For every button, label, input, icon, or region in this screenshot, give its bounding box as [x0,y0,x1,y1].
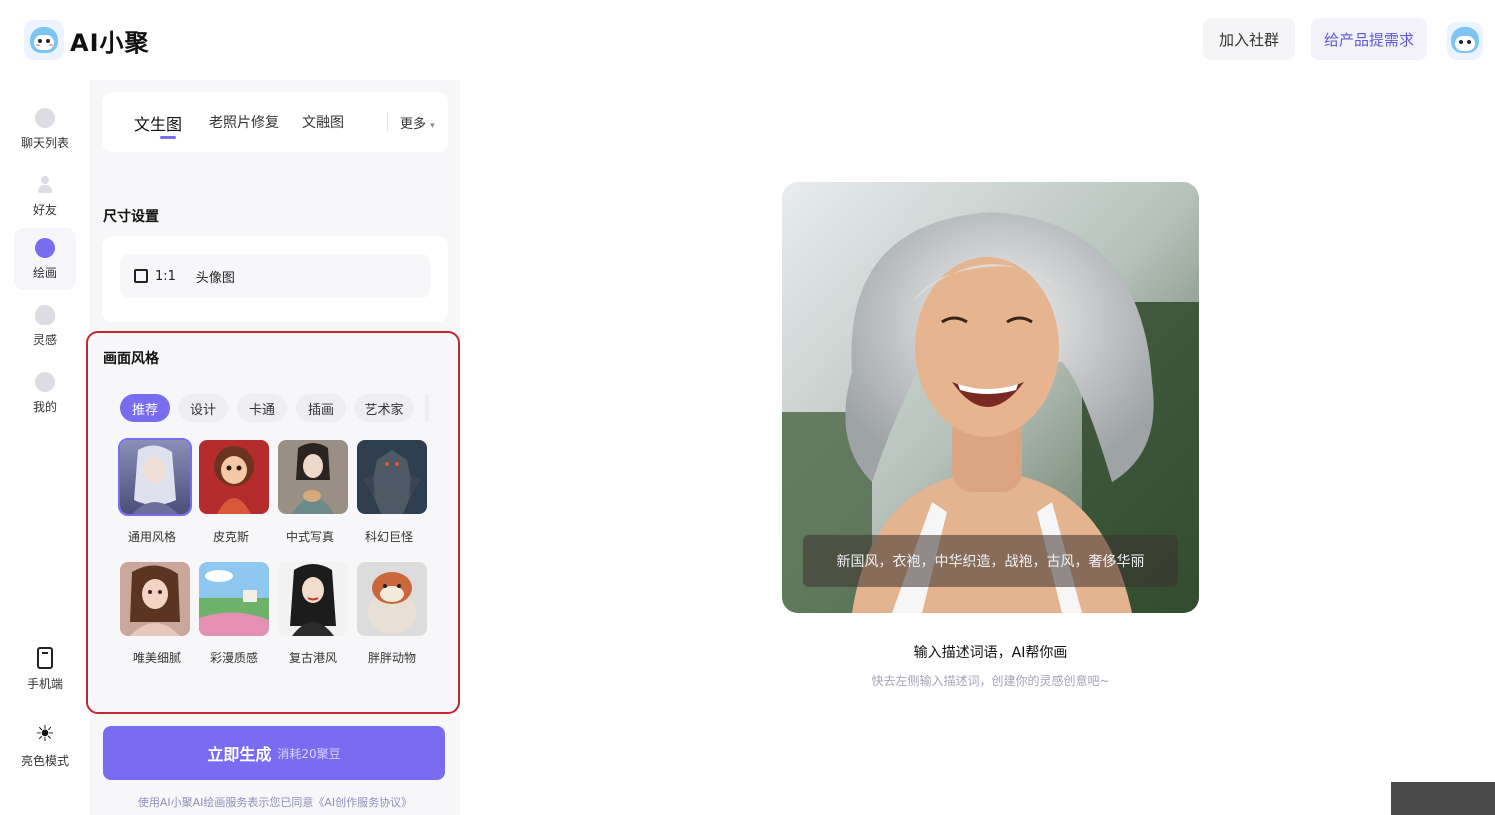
top-header: AI小聚 加入社群 给产品提需求 [0,0,1495,80]
chinese-portrait-image [278,440,348,514]
style-thumb-comic[interactable] [199,562,269,636]
generate-label: 立即生成 [207,745,272,764]
style-thumb-label: 通用风格 [127,530,176,544]
empty-state-subtitle-text: 快去左侧输入描述词，创建你的灵感创意吧~ [871,674,1110,688]
style-thumb-pixar[interactable] [199,440,269,514]
nav-label: 灵感 [32,332,57,347]
empty-state-title-text: 输入描述词语，AI帮你画 [913,645,1068,661]
style-thumb-delicate[interactable] [120,562,190,636]
nav-item-chat-list[interactable]: 聊天列表 [14,98,76,160]
nav-item-mine[interactable]: 我的 [14,362,76,424]
generate-cost: 消耗20聚豆 [277,746,341,761]
style-thumb-retro-hk[interactable] [278,562,348,636]
sun-icon: ☀ [35,721,55,747]
mode-tabs: 文生图 老照片修复 文融图 更多 ▾ [102,92,448,152]
style-chip-artist[interactable]: 艺术家 [354,394,414,422]
palette-icon [35,237,55,258]
size-card: 1:1 头像图 [102,236,448,322]
size-option-1-1[interactable]: 1:1 头像图 [120,254,430,298]
user-avatar[interactable] [1447,22,1483,60]
style-chip-overflow [425,394,429,422]
tab-divider [387,112,388,132]
style-chip-design[interactable]: 设计 [178,394,228,422]
theme-toggle[interactable]: ☀ 亮色模式 [14,715,76,777]
style-thumb-label: 中式写真 [285,530,334,544]
lightbulb-icon [35,304,55,325]
nav-label: 亮色模式 [20,753,69,768]
tab-photo-restore[interactable]: 老照片修复 [209,112,279,132]
style-thumb-general[interactable] [118,438,192,516]
chubby-animal-image [357,562,427,636]
corner-overlay-box [1391,782,1495,815]
square-ratio-icon [134,269,148,283]
comic-style-image [199,562,269,636]
person-icon [35,175,55,195]
empty-state-subtitle: 快去左侧输入描述词，创建你的灵感创意吧~ [782,672,1199,689]
chevron-down-icon: ▾ [430,121,435,131]
nav-item-mobile[interactable]: 手机端 [14,638,76,700]
style-chip-cartoon[interactable]: 卡通 [237,394,287,422]
tab-image-fusion[interactable]: 文融图 [302,112,344,132]
nav-label: 手机端 [26,676,63,691]
style-chip-recommended[interactable]: 推荐 [120,394,170,422]
style-thumb-chinese-portrait[interactable] [278,440,348,514]
join-community-button[interactable]: 加入社群 [1203,18,1295,60]
ratio-label: 1:1 [155,268,176,284]
phone-icon [37,646,53,669]
general-style-image [120,440,190,514]
nav-label: 绘画 [32,265,57,280]
size-name: 头像图 [195,270,235,286]
left-nav: 聊天列表 好友 绘画 灵感 我的 手机端 ☀ 亮色模式 [0,80,90,815]
chat-bubble-icon [35,107,55,128]
style-thumb-chubby-animal[interactable] [357,562,427,636]
style-thumb-label: 皮克斯 [212,530,249,544]
nav-label: 我的 [32,399,57,414]
retro-hk-image [278,562,348,636]
size-section-title: 尺寸设置 [103,209,159,225]
mascot-logo-icon [24,20,64,60]
nav-item-inspiration[interactable]: 灵感 [14,295,76,357]
tab-more-label: 更多 [400,117,427,132]
tab-text-to-image[interactable]: 文生图 [134,111,182,135]
nav-item-drawing[interactable]: 绘画 [14,228,76,290]
nav-item-friends[interactable]: 好友 [14,165,76,227]
nav-label: 好友 [32,202,57,217]
scifi-monster-image [357,440,427,514]
style-thumb-label: 科幻巨怪 [364,530,413,544]
style-thumb-label: 彩漫质感 [209,651,258,665]
smile-icon [35,371,55,392]
nav-label: 聊天列表 [20,135,69,150]
generate-button[interactable]: 立即生成 消耗20聚豆 [103,726,445,780]
prompt-caption: 新国风，衣袍，中华织造，战袍，古风，奢侈华丽 [803,535,1178,587]
empty-state-title: 输入描述词语，AI帮你画 [782,642,1199,662]
style-thumb-label: 胖胖动物 [367,651,416,665]
style-thumb-label: 复古港风 [288,651,337,665]
tab-more-dropdown[interactable]: 更多 ▾ [400,113,435,132]
app-logo[interactable]: AI小聚 [24,20,150,60]
app-name: AI小聚 [70,28,150,57]
agreement-link[interactable]: 使用AI小聚AI绘画服务表示您已同意《AI创作服务协议》 [90,794,460,810]
active-tab-indicator [160,136,176,139]
feedback-button[interactable]: 给产品提需求 [1311,18,1427,60]
style-thumb-scifi-monster[interactable] [357,440,427,514]
style-chip-illustration[interactable]: 插画 [296,394,346,422]
delicate-style-image [120,562,190,636]
style-section-title: 画面风格 [103,351,159,367]
pixar-style-image [199,440,269,514]
